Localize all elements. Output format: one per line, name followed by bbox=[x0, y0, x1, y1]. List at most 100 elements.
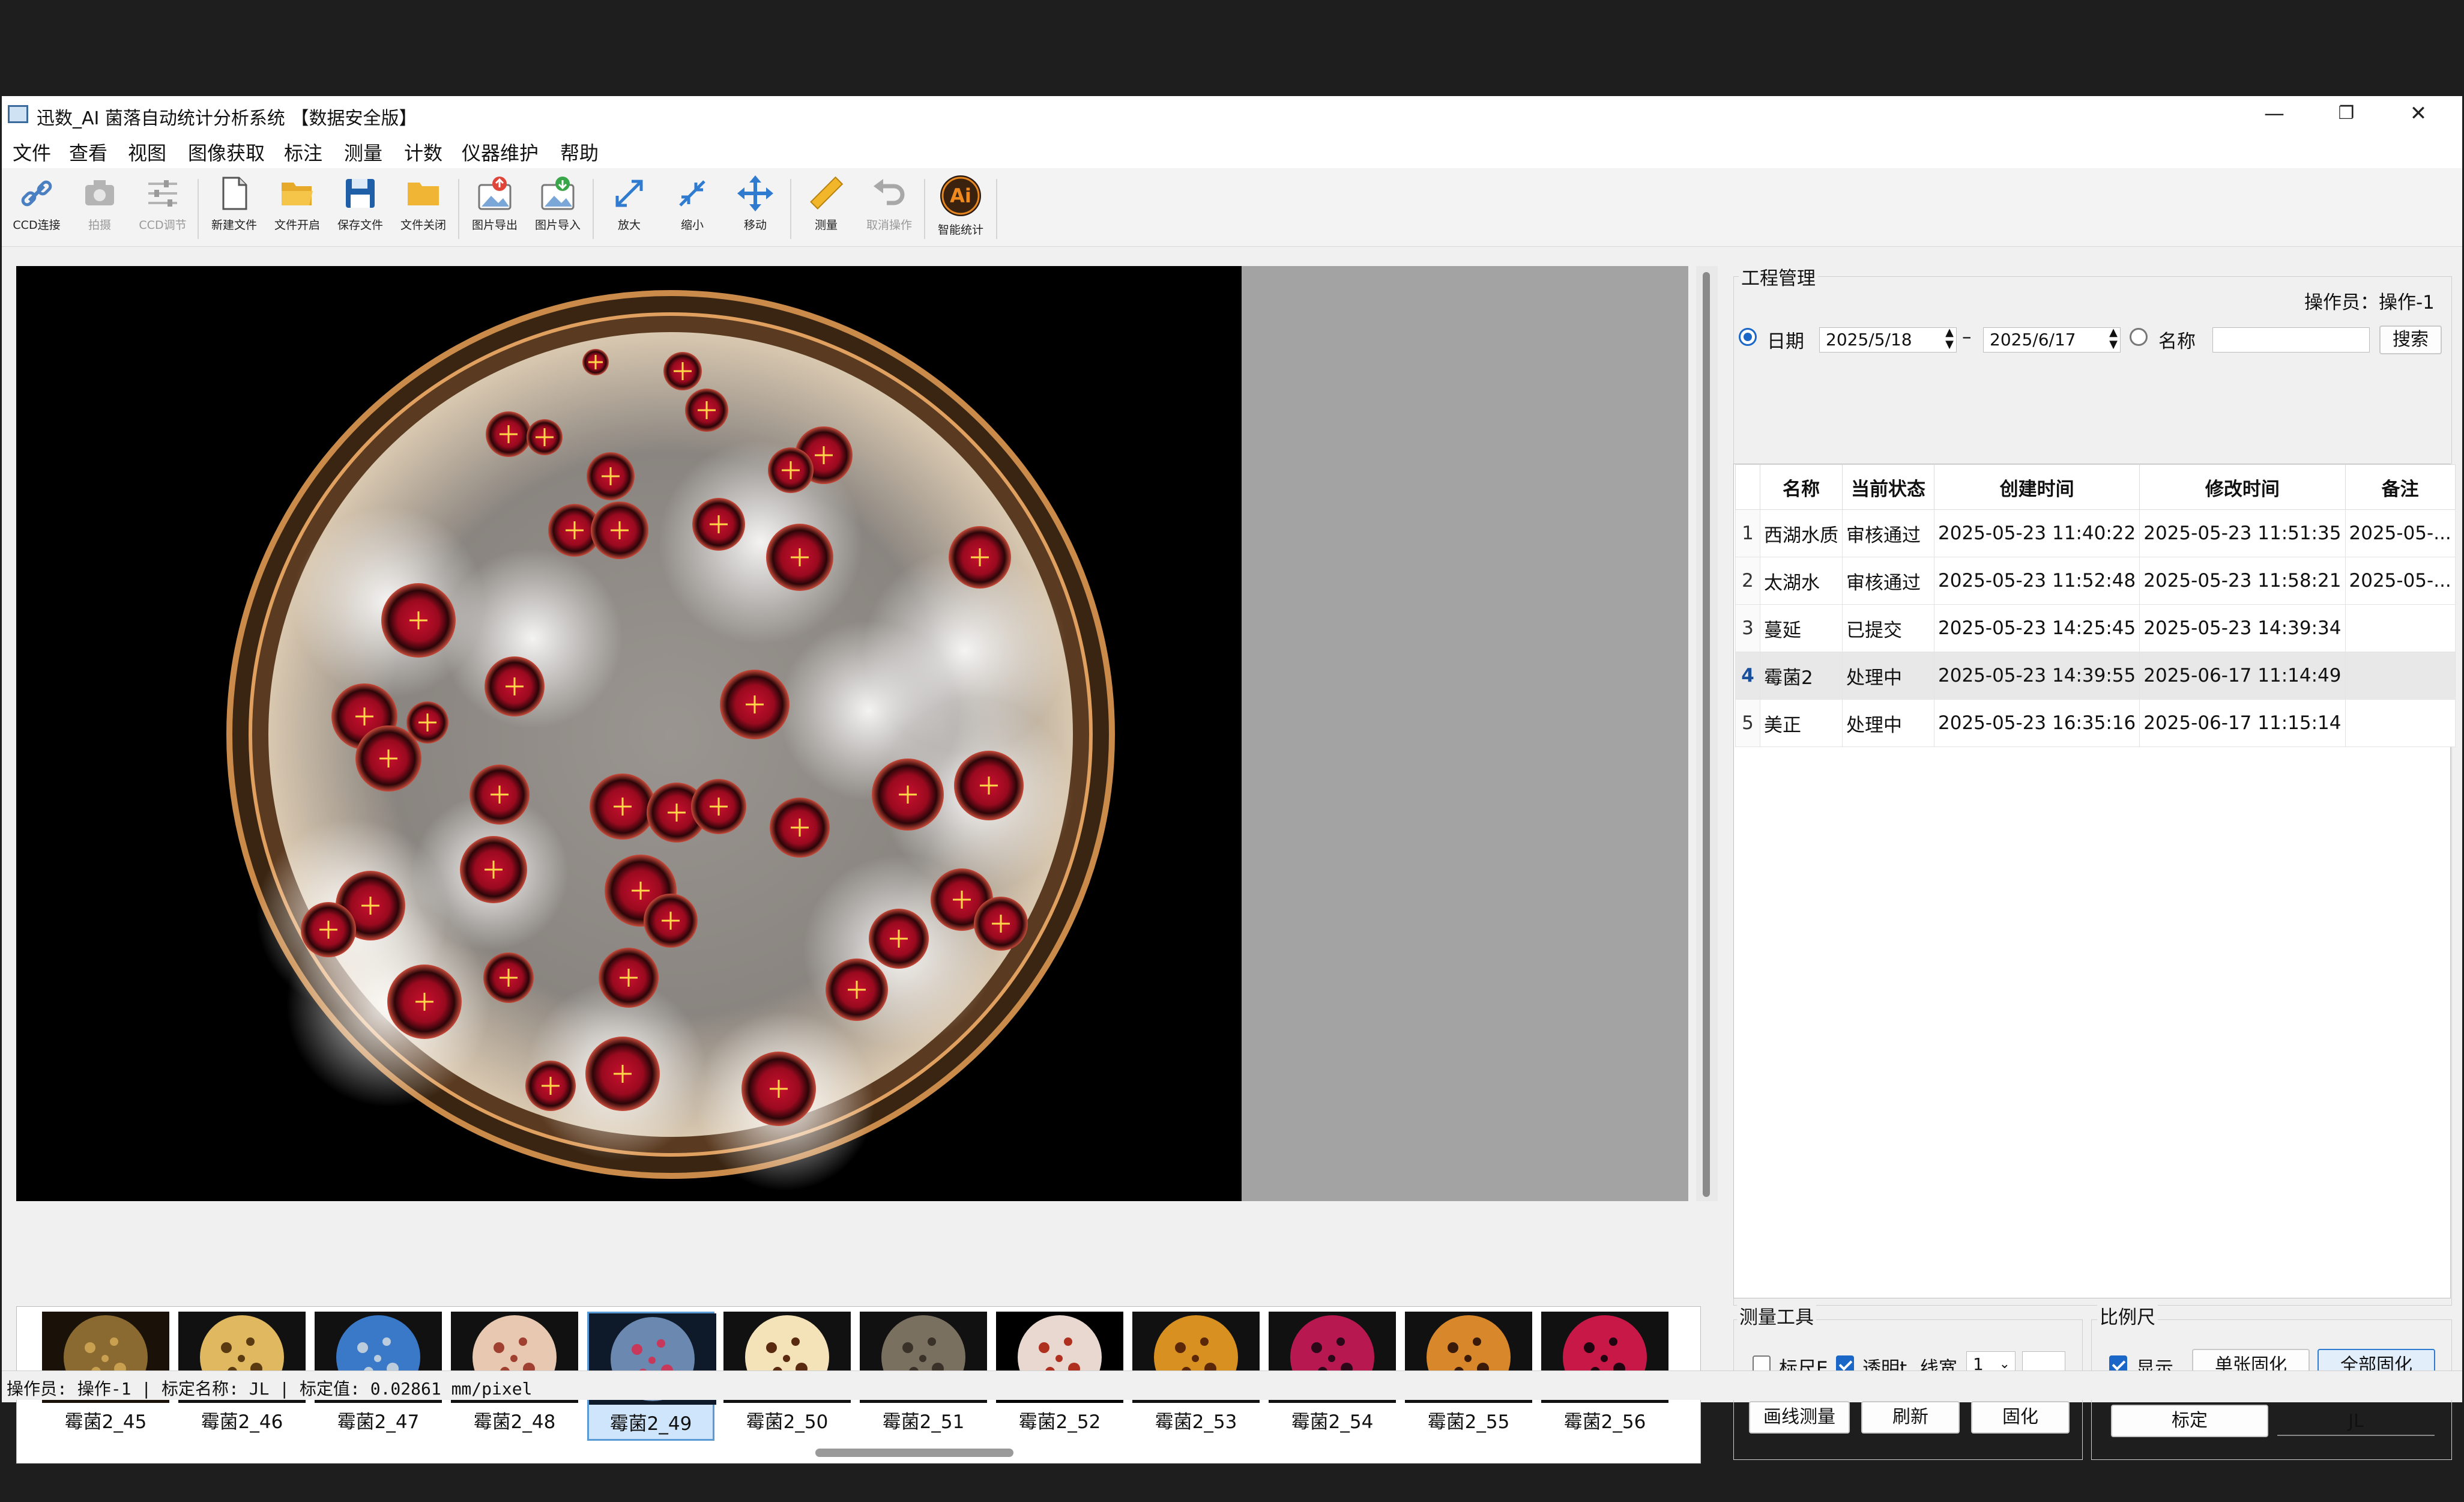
scale-title: 比例尺 bbox=[2097, 1302, 2158, 1329]
image-export-button[interactable]: 图片导出 bbox=[462, 174, 528, 243]
calibrate-button[interactable]: 标定 bbox=[2111, 1405, 2268, 1437]
menu-image-acquire[interactable]: 图像获取 bbox=[188, 138, 265, 166]
column-header-note[interactable]: 备注 bbox=[2345, 464, 2456, 510]
minimize-button[interactable]: — bbox=[2238, 96, 2310, 132]
menu-view[interactable]: 查看 bbox=[69, 138, 107, 166]
search-button[interactable]: 搜索 bbox=[2379, 326, 2442, 354]
save-file-button[interactable]: 保存文件 bbox=[327, 174, 393, 243]
calibration-name-field[interactable]: JL bbox=[2277, 1408, 2435, 1436]
refresh-button[interactable]: 刷新 bbox=[1861, 1401, 1960, 1434]
undo-icon bbox=[874, 179, 905, 205]
cell-created: 2025-05-23 14:39:55 bbox=[1933, 652, 2140, 700]
thumbnail-label: 霉菌2_49 bbox=[609, 1413, 692, 1435]
table-row[interactable]: 5 美正 处理中 2025-05-23 16:35:16 2025-06-17 11:1… bbox=[1735, 699, 2456, 747]
image-export-icon bbox=[478, 177, 512, 210]
table-row[interactable]: 3 蔓延 已提交 2025-05-23 14:25:45 2025-05-23 14:3… bbox=[1735, 604, 2456, 652]
zoom-out-label: 缩小 bbox=[680, 219, 704, 232]
row-index: 3 bbox=[1735, 604, 1760, 652]
menu-measure[interactable]: 测量 bbox=[344, 138, 382, 166]
image-viewer[interactable] bbox=[16, 266, 1259, 1201]
cell-status: 已提交 bbox=[1842, 604, 1934, 652]
table-row[interactable]: 4 霉菌2 处理中 2025-05-23 14:39:55 2025-06-17 11:… bbox=[1735, 652, 2456, 700]
menu-instrument[interactable]: 仪器维护 bbox=[462, 138, 539, 166]
new-file-icon bbox=[222, 177, 247, 210]
strip-scrollbar-thumb[interactable] bbox=[815, 1449, 1013, 1457]
thumbnail-label: 霉菌2_51 bbox=[882, 1411, 965, 1433]
column-header-created[interactable]: 创建时间 bbox=[1933, 464, 2140, 510]
date-radio[interactable] bbox=[1739, 328, 1757, 346]
menu-annotate[interactable]: 标注 bbox=[284, 138, 322, 166]
cell-name: 太湖水 bbox=[1760, 557, 1843, 605]
cell-note: 2025-05-... bbox=[2345, 509, 2456, 557]
operator-label: 操作员：操作-1 bbox=[2304, 292, 2435, 313]
move-label: 移动 bbox=[743, 219, 767, 232]
close-file-button[interactable]: 文件关闭 bbox=[390, 174, 456, 243]
undo-button[interactable]: 取消操作 bbox=[856, 174, 922, 243]
fix-label: 固化 bbox=[2002, 1407, 2038, 1428]
menu-bar: 文件 查看 视图 图像获取 标注 测量 计数 仪器维护 帮助 bbox=[2, 132, 2462, 168]
name-radio[interactable] bbox=[2130, 328, 2148, 346]
image-import-button[interactable]: 图片导入 bbox=[525, 174, 591, 243]
date-to-spin-icon[interactable]: ▲ ▼ bbox=[2109, 327, 2118, 351]
column-header-name[interactable]: 名称 bbox=[1760, 464, 1843, 510]
fix-button[interactable]: 固化 bbox=[1971, 1401, 2070, 1434]
new-file-button[interactable]: 新建文件 bbox=[201, 174, 267, 243]
thumbnail-label: 霉菌2_54 bbox=[1291, 1411, 1374, 1433]
move-icon bbox=[737, 175, 773, 211]
zoom-in-button[interactable]: 放大 bbox=[596, 174, 662, 243]
scrollbar-thumb[interactable] bbox=[1703, 272, 1710, 1197]
thumbnail-label: 霉菌2_52 bbox=[1018, 1411, 1101, 1433]
date-from-value: 2025/5/18 bbox=[1826, 330, 1912, 350]
smart-count-button[interactable]: Ai 智能统计 bbox=[928, 174, 994, 243]
app-window: 迅数_AI 菌落自动统计分析系统 【数据安全版】 — ❐ ✕ 文件 查看 视图 … bbox=[2, 96, 2462, 1464]
menu-file[interactable]: 文件 bbox=[13, 138, 51, 166]
cell-name: 蔓延 bbox=[1760, 604, 1843, 652]
thumbnail-label: 霉菌2_46 bbox=[201, 1411, 283, 1433]
toolbar-separator bbox=[996, 179, 997, 239]
folder-icon bbox=[408, 183, 439, 205]
capture-label: 拍摄 bbox=[88, 219, 111, 232]
toolbar-separator bbox=[790, 179, 791, 239]
open-file-button[interactable]: 文件开启 bbox=[264, 174, 330, 243]
cell-status: 处理中 bbox=[1842, 652, 1934, 700]
ccd-connect-button[interactable]: CCD连接 bbox=[4, 174, 70, 243]
thumbnail-label: 霉菌2_48 bbox=[473, 1411, 556, 1433]
row-index: 2 bbox=[1735, 557, 1760, 605]
cell-status: 处理中 bbox=[1842, 699, 1934, 747]
toolbar-separator bbox=[198, 179, 199, 239]
cell-status: 审核通过 bbox=[1842, 509, 1934, 557]
viewer-vertical-scrollbar[interactable] bbox=[1696, 266, 1718, 1201]
cell-note bbox=[2345, 699, 2456, 747]
measure-tools-title: 测量工具 bbox=[1737, 1302, 1816, 1329]
menu-visual[interactable]: 视图 bbox=[128, 138, 166, 166]
name-search-input[interactable] bbox=[2212, 327, 2370, 353]
table-row[interactable]: 1 西湖水质 审核通过 2025-05-23 11:40:22 2025-05-23 1… bbox=[1735, 509, 2456, 557]
date-from-spin-icon[interactable]: ▲ ▼ bbox=[1945, 327, 1954, 351]
menu-help[interactable]: 帮助 bbox=[560, 138, 599, 166]
zoom-out-icon bbox=[679, 180, 705, 207]
cell-note bbox=[2345, 652, 2456, 700]
zoom-out-button[interactable]: 缩小 bbox=[659, 174, 725, 243]
toolbar: CCD连接 拍摄 CCD调节 新建文件 文件开启 保存文件 文件关闭 图片导出 … bbox=[2, 168, 2462, 247]
date-to-value: 2025/6/17 bbox=[1990, 330, 2076, 350]
smart-count-label: 智能统计 bbox=[937, 223, 983, 237]
cell-created: 2025-05-23 16:35:16 bbox=[1933, 699, 2140, 747]
move-button[interactable]: 移动 bbox=[722, 174, 788, 243]
ccd-adjust-button[interactable]: CCD调节 bbox=[130, 174, 196, 243]
column-header-modified[interactable]: 修改时间 bbox=[2139, 464, 2346, 510]
image-import-label: 图片导入 bbox=[534, 219, 581, 232]
date-from-field[interactable]: 2025/5/18 ▲ ▼ bbox=[1819, 327, 1957, 353]
date-to-field[interactable]: 2025/6/17 ▲ ▼ bbox=[1983, 327, 2121, 353]
table-row[interactable]: 2 太湖水 审核通过 2025-05-23 11:52:48 2025-05-23 11… bbox=[1735, 557, 2456, 605]
cell-modified: 2025-06-17 11:15:14 bbox=[2139, 699, 2346, 747]
window-title: 迅数_AI 菌落自动统计分析系统 【数据安全版】 bbox=[37, 108, 417, 129]
measure-button[interactable]: 测量 bbox=[793, 174, 859, 243]
capture-button[interactable]: 拍摄 bbox=[67, 174, 133, 243]
menu-count[interactable]: 计数 bbox=[404, 138, 442, 166]
new-file-label: 新建文件 bbox=[211, 219, 257, 232]
restore-button[interactable]: ❐ bbox=[2310, 96, 2382, 132]
column-header-status[interactable]: 当前状态 bbox=[1842, 464, 1934, 510]
draw-measure-button[interactable]: 画线测量 bbox=[1749, 1401, 1850, 1434]
close-button[interactable]: ✕ bbox=[2382, 96, 2454, 132]
thumbnail-label: 霉菌2_50 bbox=[746, 1411, 829, 1433]
